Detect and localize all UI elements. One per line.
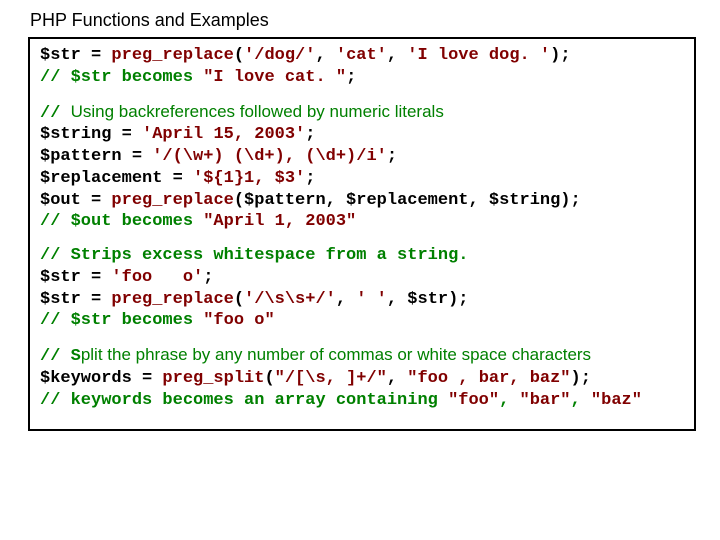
- code-line: $keywords = preg_split("/[\s, ]+/", "foo…: [40, 368, 684, 390]
- code-line: $string = 'April 15, 2003';: [40, 124, 684, 146]
- code-section-3: // Strips excess whitespace from a strin…: [40, 245, 684, 332]
- code-line: // $out becomes "April 1, 2003": [40, 211, 684, 233]
- code-text: (: [234, 46, 244, 65]
- comment-text: plit the phrase by any number of commas …: [81, 345, 591, 364]
- code-text: , $str);: [387, 290, 469, 309]
- string-literal: "baz": [591, 391, 642, 410]
- string-literal: "April 1, 2003": [203, 212, 356, 231]
- comment-slash: //: [40, 347, 71, 366]
- string-literal: 'foo o': [111, 268, 203, 287]
- code-text: $out =: [40, 191, 111, 210]
- code-line: $pattern = '/(\w+) (\d+), (\d+)/i';: [40, 146, 684, 168]
- code-line: $str = preg_replace('/\s\s+/', ' ', $str…: [40, 289, 684, 311]
- code-section-4: // Split the phrase by any number of com…: [40, 344, 684, 411]
- code-text: $replacement =: [40, 169, 193, 188]
- func-name: preg_replace: [111, 46, 233, 65]
- comment-line: // Using backreferences followed by nume…: [40, 101, 684, 125]
- code-text: ;: [203, 268, 213, 287]
- string-literal: 'I love dog. ': [407, 46, 550, 65]
- comment-text: // $str becomes: [40, 311, 203, 330]
- code-text: $str =: [40, 290, 111, 309]
- comment-text: Using backreferences followed by numeric…: [71, 102, 444, 121]
- code-text: ,: [336, 290, 356, 309]
- string-literal: "foo o": [203, 311, 274, 330]
- comment-line: // Strips excess whitespace from a strin…: [40, 245, 684, 267]
- comment-s: S: [71, 347, 81, 366]
- code-text: ,: [387, 369, 407, 388]
- code-text: ;: [305, 125, 315, 144]
- code-line: $replacement = '${1}1, $3';: [40, 168, 684, 190]
- comment-text: ,: [499, 391, 519, 410]
- string-literal: "bar": [520, 391, 571, 410]
- func-name: preg_replace: [111, 290, 233, 309]
- string-literal: 'April 15, 2003': [142, 125, 305, 144]
- code-line: $out = preg_replace($pattern, $replaceme…: [40, 190, 684, 212]
- code-box: $str = preg_replace('/dog/', 'cat', 'I l…: [28, 37, 696, 431]
- code-text: ;: [346, 68, 356, 87]
- code-text: $str =: [40, 268, 111, 287]
- code-line: // $str becomes "foo o": [40, 310, 684, 332]
- func-name: preg_split: [162, 369, 264, 388]
- string-literal: ' ': [356, 290, 387, 309]
- string-literal: "/[\s, ]+/": [275, 369, 387, 388]
- code-line: $str = 'foo o';: [40, 267, 684, 289]
- comment-slash: //: [40, 104, 71, 123]
- code-text: ,: [315, 46, 335, 65]
- code-text: (: [234, 290, 244, 309]
- code-text: $keywords =: [40, 369, 162, 388]
- comment-line: // Split the phrase by any number of com…: [40, 344, 684, 368]
- code-section-2: // Using backreferences followed by nume…: [40, 101, 684, 234]
- string-literal: '${1}1, $3': [193, 169, 305, 188]
- code-text: );: [571, 369, 591, 388]
- string-literal: "I love cat. ": [203, 68, 346, 87]
- code-text: ,: [387, 46, 407, 65]
- string-literal: '/\s\s+/': [244, 290, 336, 309]
- code-text: $pattern =: [40, 147, 152, 166]
- string-literal: "foo": [448, 391, 499, 410]
- page-title: PHP Functions and Examples: [28, 10, 696, 31]
- code-text: $string =: [40, 125, 142, 144]
- string-literal: '/(\w+) (\d+), (\d+)/i': [152, 147, 387, 166]
- code-section-1: $str = preg_replace('/dog/', 'cat', 'I l…: [40, 45, 684, 89]
- code-line: // $str becomes "I love cat. ";: [40, 67, 684, 89]
- code-text: $str =: [40, 46, 111, 65]
- comment-text: // keywords becomes an array containing: [40, 391, 448, 410]
- document-page: PHP Functions and Examples $str = preg_r…: [0, 0, 720, 441]
- code-text: ;: [387, 147, 397, 166]
- code-line: $str = preg_replace('/dog/', 'cat', 'I l…: [40, 45, 684, 67]
- string-literal: "foo , bar, baz": [407, 369, 570, 388]
- comment-text: ,: [571, 391, 591, 410]
- code-text: );: [550, 46, 570, 65]
- func-name: preg_replace: [111, 191, 233, 210]
- code-text: (: [264, 369, 274, 388]
- code-text: ($pattern, $replacement, $string);: [234, 191, 581, 210]
- code-line: // keywords becomes an array containing …: [40, 390, 684, 412]
- string-literal: '/dog/': [244, 46, 315, 65]
- comment-text: // $out becomes: [40, 212, 203, 231]
- string-literal: 'cat': [336, 46, 387, 65]
- comment-text: // $str becomes: [40, 68, 203, 87]
- code-text: ;: [305, 169, 315, 188]
